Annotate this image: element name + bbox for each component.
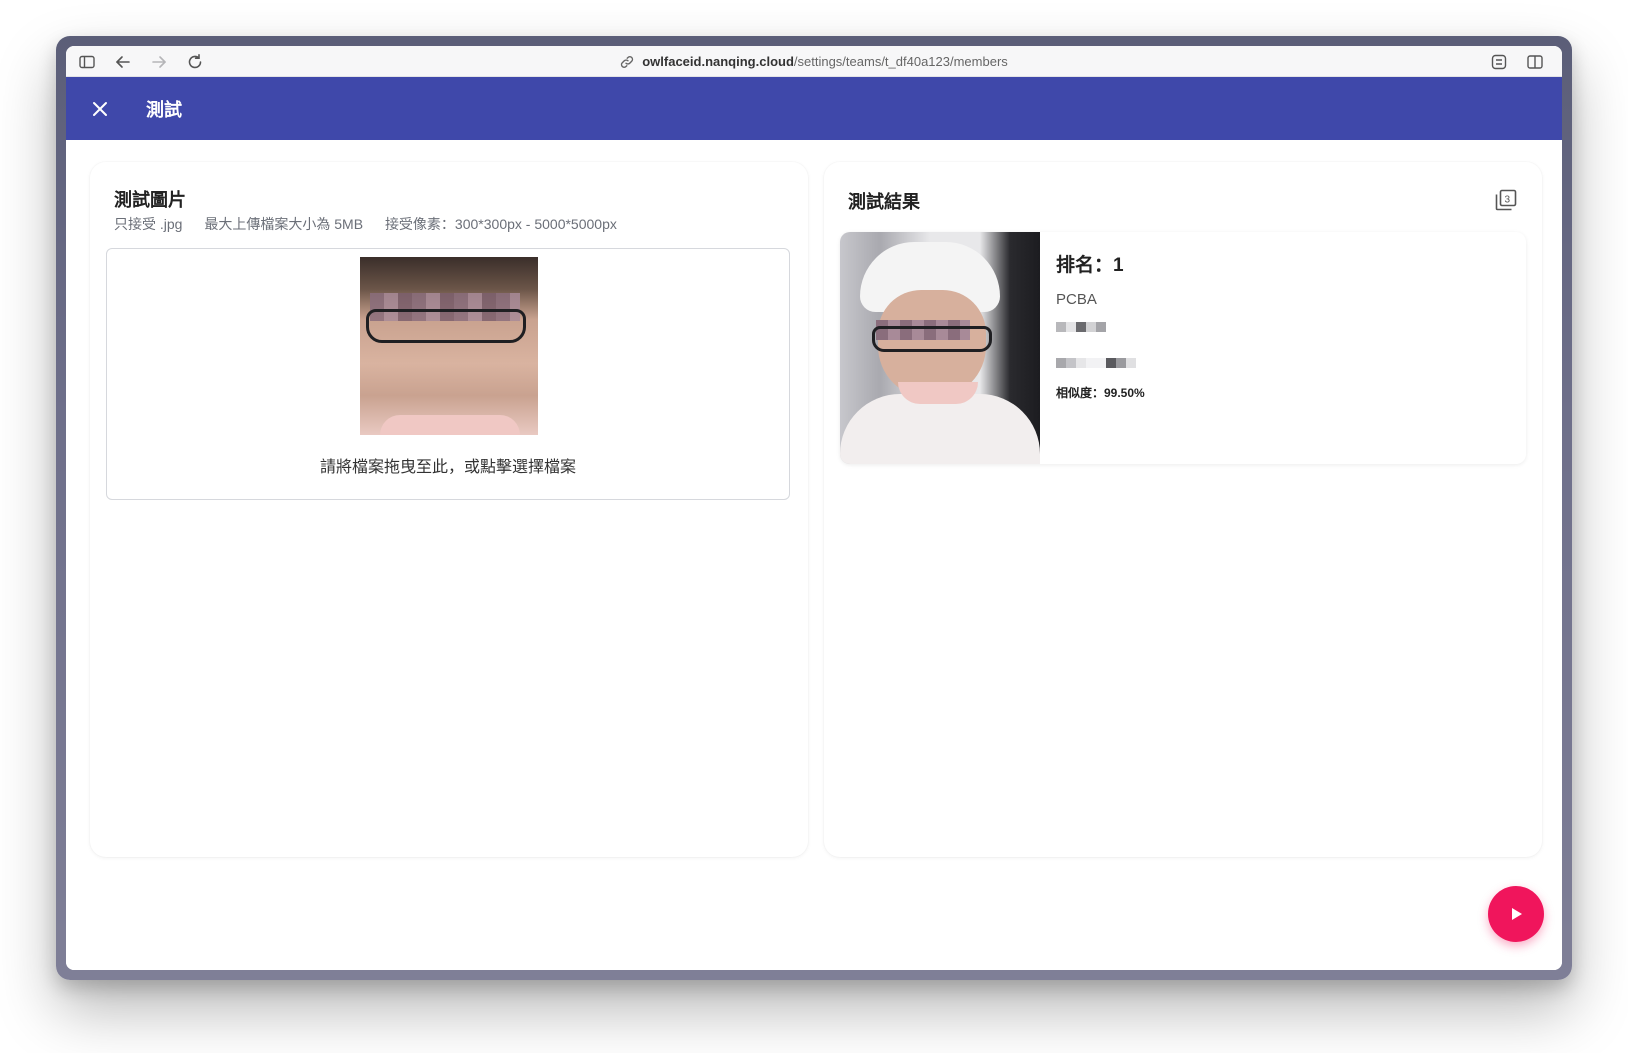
upload-dropzone[interactable]: 請將檔案拖曳至此，或點擊選擇檔案	[106, 248, 790, 500]
svg-text:3: 3	[1505, 195, 1511, 206]
reload-icon[interactable]	[186, 53, 204, 71]
hint-file-type: 只接受 .jpg	[114, 216, 183, 232]
url-path: /settings/teams/t_df40a123/members	[793, 54, 1008, 69]
filter-3-icon[interactable]: 3	[1494, 188, 1518, 212]
back-arrow-icon[interactable]	[114, 53, 132, 71]
extension-icon[interactable]	[1490, 53, 1508, 71]
result-info: 排名：1 PCBA 相似度：99.50%	[1056, 250, 1145, 401]
redacted-id	[1056, 358, 1145, 368]
dropzone-text: 請將檔案拖曳至此，或點擊選擇檔案	[319, 459, 576, 476]
address-bar[interactable]: owlfaceid.nanqing.cloud/settings/teams/t…	[620, 54, 1008, 69]
run-test-button[interactable]	[1488, 886, 1544, 942]
upload-hints: 只接受 .jpg 最大上傳檔案大小為 5MB 接受像素：300*300px - …	[114, 214, 635, 234]
page-title: 測試	[146, 99, 182, 120]
play-icon	[1507, 905, 1525, 923]
test-result-title: 測試結果	[848, 192, 920, 212]
redacted-name	[1056, 322, 1145, 342]
close-icon[interactable]	[90, 99, 110, 119]
matched-face-image	[840, 232, 1040, 464]
split-view-icon[interactable]	[1526, 53, 1544, 71]
hint-max-size: 最大上傳檔案大小為 5MB	[204, 216, 364, 232]
result-similarity: 相似度：99.50%	[1056, 386, 1145, 400]
result-item[interactable]: 排名：1 PCBA 相似度：99.50%	[840, 232, 1526, 464]
test-result-card: 測試結果 3 排名：1 PCBA 相似度：99.50%	[824, 162, 1542, 857]
link-icon	[620, 55, 634, 69]
app-header: 測試	[66, 77, 1562, 140]
test-image-title: 測試圖片	[114, 190, 186, 210]
url-host: owlfaceid.nanqing.cloud	[642, 54, 794, 69]
main-content: 測試圖片 只接受 .jpg 最大上傳檔案大小為 5MB 接受像素：300*300…	[66, 140, 1562, 970]
forward-arrow-icon[interactable]	[150, 53, 168, 71]
sidebar-toggle-icon[interactable]	[78, 53, 96, 71]
browser-toolbar: owlfaceid.nanqing.cloud/settings/teams/t…	[66, 46, 1562, 77]
test-image-card: 測試圖片 只接受 .jpg 最大上傳檔案大小為 5MB 接受像素：300*300…	[90, 162, 808, 857]
uploaded-face-image	[360, 257, 538, 435]
hint-pixel-range: 接受像素：300*300px - 5000*5000px	[384, 216, 617, 232]
browser-window: owlfaceid.nanqing.cloud/settings/teams/t…	[56, 36, 1572, 980]
result-rank: 排名：1	[1056, 255, 1124, 276]
result-department: PCBA	[1056, 291, 1097, 308]
